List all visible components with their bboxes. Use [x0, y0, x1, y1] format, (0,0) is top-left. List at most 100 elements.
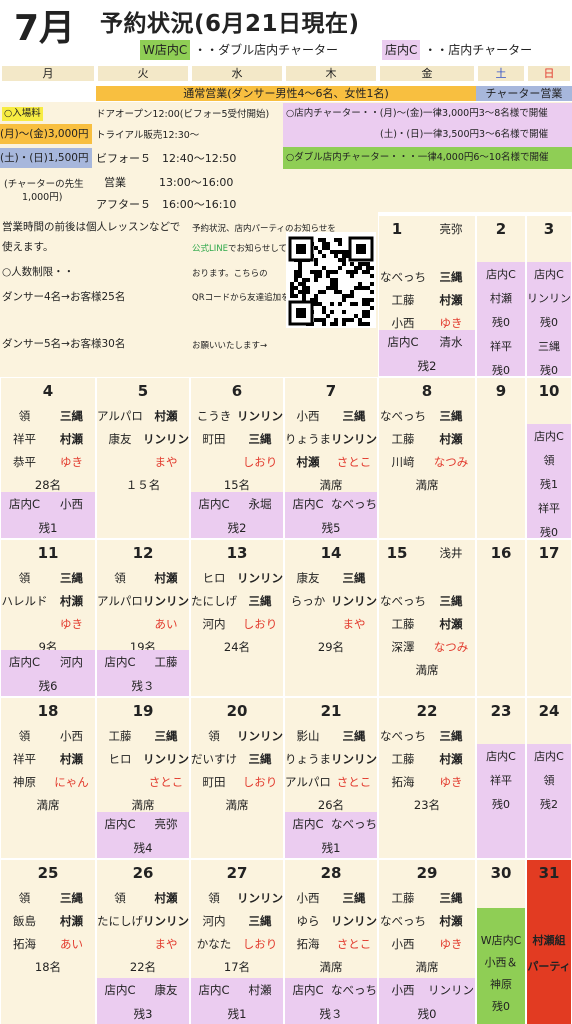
double-charter: ○ダブル店内チャーター・・・一律4,000円6～10名様で開催	[286, 152, 549, 163]
double-charter-entry: 神原	[490, 978, 512, 991]
day-number: 21	[320, 702, 342, 720]
charter-entry: 祥平	[490, 340, 512, 353]
lesson-1: 営業時間の前後は個人レッスンなどで	[2, 221, 181, 233]
dancer-name: 飯島	[13, 914, 36, 928]
charter-label: 店内C	[292, 817, 324, 831]
dancer-name: 領	[18, 729, 31, 743]
charter-label: 店内C	[198, 983, 230, 997]
dancer-name: リンリン	[143, 432, 189, 446]
dancer-name: 三縄	[439, 729, 463, 743]
dancer-name: ゆら	[296, 914, 320, 928]
dancer-name: 三縄	[439, 270, 463, 284]
day-number: 26	[132, 864, 154, 882]
charter-label: 店内C	[534, 430, 564, 443]
dancer-name: 領	[208, 891, 220, 905]
dancer-name: さとこ	[336, 775, 372, 789]
dancer-name: なべっち	[380, 594, 426, 608]
day-number: 22	[416, 702, 438, 720]
day-number: 18	[37, 702, 59, 720]
dancer-name: 三縄	[342, 409, 366, 423]
dancer-name: 祥平	[13, 432, 36, 446]
dancer-name: 工藤	[391, 293, 415, 307]
dancer-name: 小西	[296, 891, 320, 905]
dancer-name: こうき	[196, 409, 232, 423]
open-hours: 営業 13:00～16:00	[104, 176, 234, 189]
day-number: 17	[538, 544, 560, 562]
booking-count: 18名	[34, 960, 62, 974]
day-number: 4	[42, 382, 54, 400]
dancer-name: リンリン	[331, 594, 377, 608]
dancer-name: 三縄	[248, 432, 272, 446]
dancer-name: 領	[114, 571, 126, 585]
dancer-name: 三縄	[60, 571, 83, 585]
weekday-0: 月	[2, 66, 94, 81]
remaining-seats: 残３	[131, 679, 155, 693]
day-number: 8	[421, 382, 433, 400]
charter-note: (チャーターの先生	[4, 179, 84, 190]
dancer-name: 三縄	[342, 891, 366, 905]
dancer-name: たにしげ	[191, 594, 237, 608]
booking-count: 満席	[225, 798, 249, 812]
dancer-name: 村瀬	[154, 891, 178, 905]
dancer-name: 工藤	[391, 617, 415, 631]
dancer-name: アルパロ	[285, 775, 331, 789]
dancer-name: リンリン	[331, 432, 377, 446]
dancer-name: 三縄	[60, 409, 83, 423]
weekday-4: 金	[380, 66, 474, 81]
remaining-seats: 残1	[321, 841, 341, 855]
dancer-name: 領	[18, 891, 31, 905]
dancer-name: 三縄	[248, 914, 272, 928]
dancer-name: なべっち	[380, 409, 426, 423]
line-5: お願いいたします→	[192, 341, 268, 351]
qr-code-icon[interactable]	[286, 232, 376, 328]
charter-entry: 領	[543, 454, 555, 467]
charter-host: 康友	[154, 983, 178, 997]
double-charter-entry: 残0	[492, 1000, 510, 1013]
remaining-seats: 残2	[227, 521, 247, 535]
dancer-name: 村瀬	[296, 455, 320, 469]
dancer-name: リンリン	[237, 409, 283, 423]
dancer-name: 三縄	[342, 571, 366, 585]
dancer-name: 川﨑	[391, 455, 415, 469]
remaining-seats: 残3	[133, 1007, 153, 1021]
dancer-name: 村瀬	[439, 293, 463, 307]
dancer-name: 工藤	[108, 729, 132, 743]
dancer-name: 拓海	[391, 775, 415, 789]
day-number: 1	[391, 220, 403, 238]
booking-count: 28名	[34, 478, 62, 492]
day-cell-9	[477, 378, 525, 538]
legend-w: W店内C ・・ダブル店内チャーター	[140, 40, 338, 60]
weekday-6: 日	[528, 66, 570, 81]
weekday-5: 土	[478, 66, 524, 81]
dancer-name: なつみ	[433, 455, 469, 469]
dancer-name: ヒロ	[108, 752, 132, 766]
remaining-seats: 残5	[321, 521, 341, 535]
charter-entry: 祥平	[490, 774, 512, 787]
day-number: 23	[490, 702, 512, 720]
lesson-2: 使えます。	[2, 241, 54, 253]
dancer-name: 河内	[202, 617, 226, 631]
dancer-name: なべっち	[380, 729, 426, 743]
charter-label: 店内C	[486, 750, 516, 763]
dancer-name: リンリン	[143, 752, 189, 766]
booking-count: 満席	[319, 960, 343, 974]
charter-entry: 村瀬	[490, 292, 512, 305]
dancer-name: アルパロ	[97, 409, 143, 423]
charter-label: 店内C	[8, 655, 41, 669]
day-number: 20	[226, 702, 248, 720]
dancer-name: ハレルド	[1, 594, 48, 608]
line-3: おります。こちらの	[192, 269, 268, 279]
day-number: 25	[37, 864, 59, 882]
dancer-name: らっか	[290, 594, 326, 608]
dancer-name: 領	[18, 571, 31, 585]
day-number: 15	[386, 544, 408, 562]
dancer-name: しおり	[242, 937, 278, 951]
dancer-name: りょうま	[285, 432, 331, 446]
dancer-name: まや	[154, 455, 178, 469]
day-number: 31	[538, 864, 560, 882]
dancer-name: リンリン	[237, 891, 283, 905]
dancer-name: 領	[18, 409, 31, 423]
dancer-name: 三縄	[154, 729, 178, 743]
charter-entry: 三縄	[538, 340, 560, 353]
dancer-name: しおり	[242, 455, 278, 469]
